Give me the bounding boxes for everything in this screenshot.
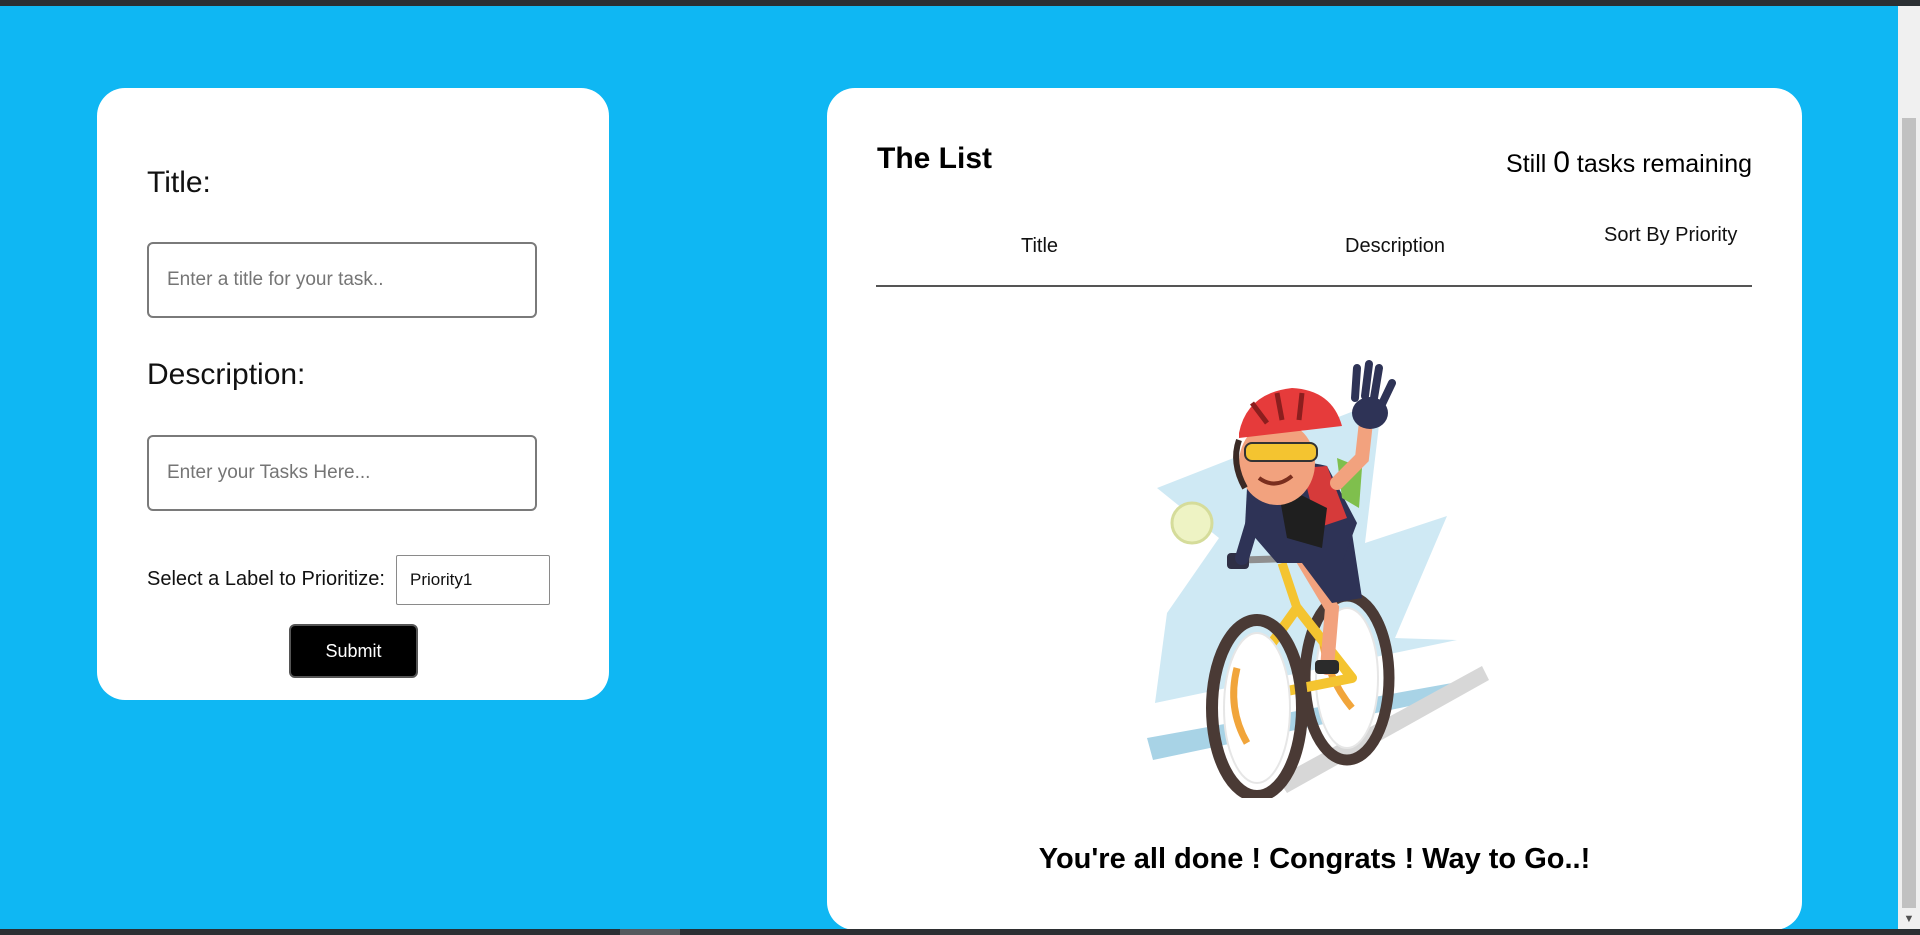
- task-form-card: Title: Description: Select a Label to Pr…: [97, 88, 609, 700]
- chevron-down-icon[interactable]: ▼: [1903, 913, 1915, 925]
- tasks-remaining: Still 0 tasks remaining: [1506, 146, 1752, 180]
- browser-bottom-edge: [0, 929, 1920, 935]
- submit-button[interactable]: Submit: [289, 624, 418, 678]
- browser-top-edge: [0, 0, 1920, 6]
- task-list-card: The List Still 0 tasks remaining Title D…: [827, 88, 1802, 930]
- header-divider: [876, 285, 1752, 287]
- scrollbar-thumb[interactable]: [1902, 118, 1916, 908]
- cyclist-illustration: [1147, 360, 1489, 798]
- description-label: Description:: [147, 358, 306, 391]
- vertical-scrollbar[interactable]: ▼: [1898, 6, 1920, 929]
- column-header-description: Description: [1345, 235, 1446, 257]
- sort-by-priority-button[interactable]: Sort By Priority: [1604, 224, 1737, 247]
- title-input[interactable]: [147, 242, 537, 318]
- title-label: Title:: [147, 166, 211, 199]
- remaining-suffix: tasks remaining: [1576, 150, 1752, 178]
- remaining-count: 0: [1553, 146, 1570, 179]
- remaining-prefix: Still: [1506, 150, 1547, 178]
- description-input[interactable]: [147, 435, 537, 511]
- list-heading: The List: [877, 142, 993, 175]
- all-done-message: You're all done ! Congrats ! Way to Go..…: [1038, 843, 1591, 875]
- priority-select[interactable]: Priority1: [396, 555, 550, 605]
- horizontal-scroll-indicator: [620, 929, 680, 935]
- column-header-title: Title: [1021, 235, 1059, 257]
- priority-label: Select a Label to Prioritize:: [147, 568, 385, 590]
